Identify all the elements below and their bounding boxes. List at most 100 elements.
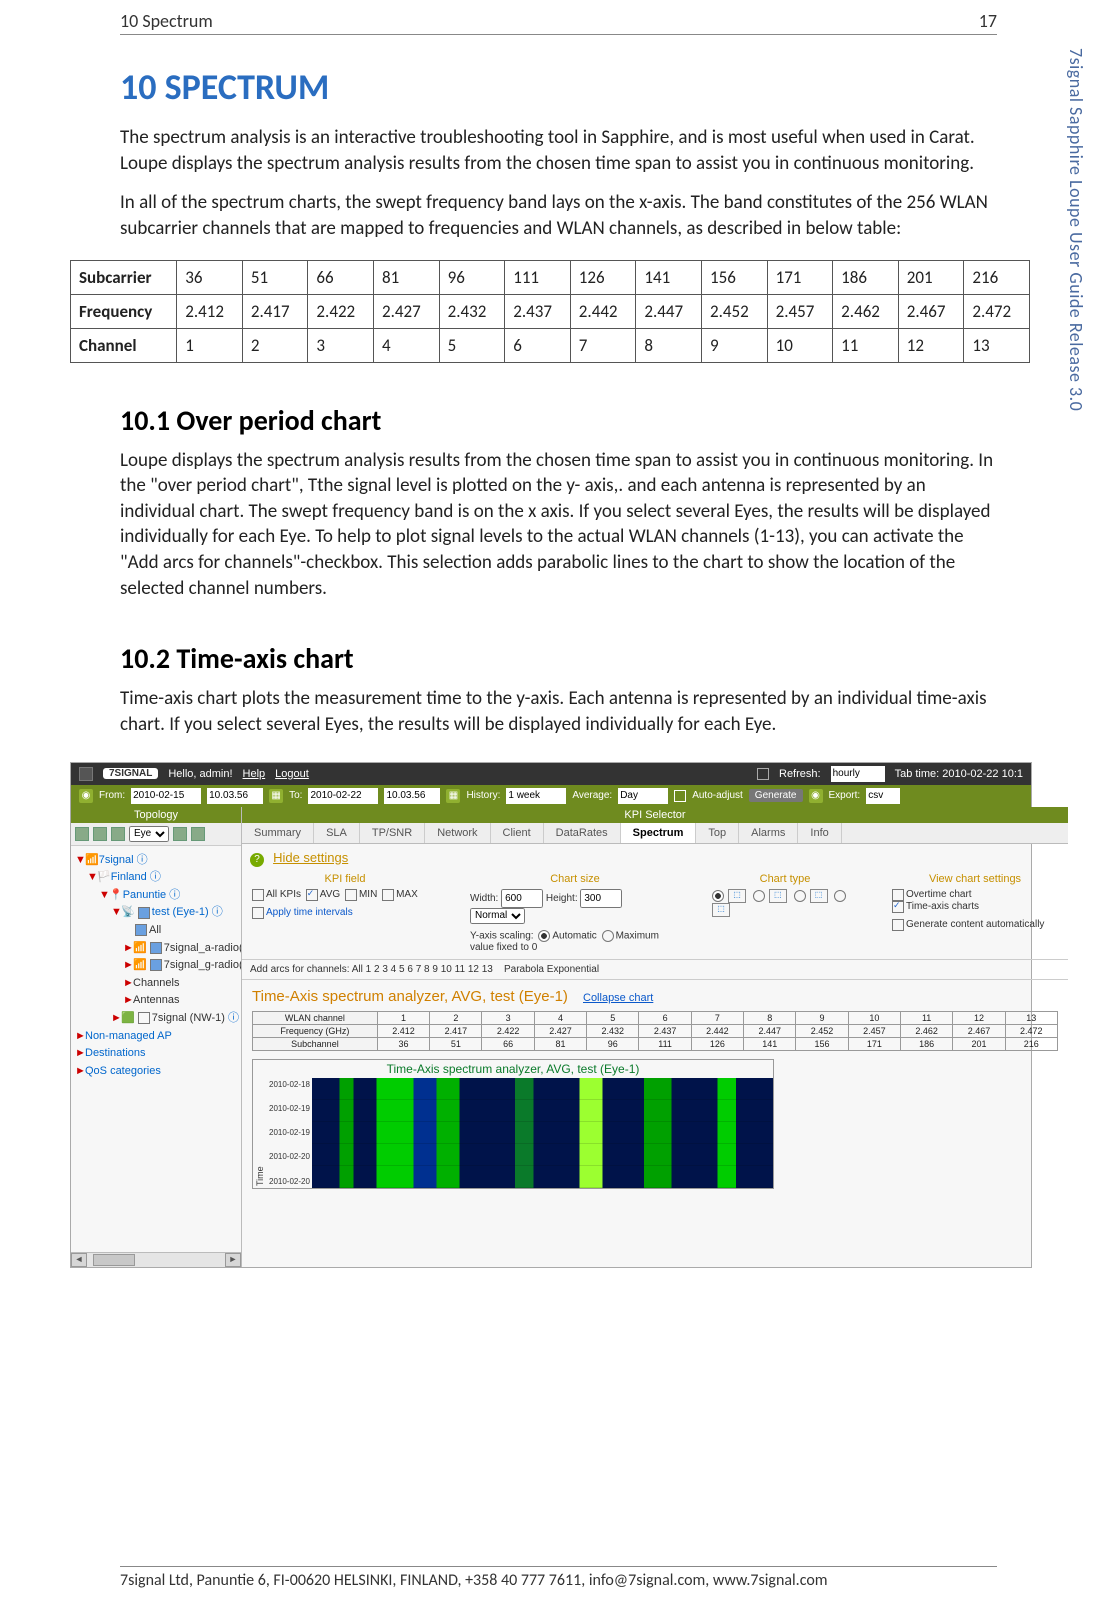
ytick: 2010-02-20: [269, 1177, 310, 1186]
tree-collapse-icon[interactable]: [93, 827, 107, 841]
charttype-1-radio[interactable]: [712, 890, 724, 902]
table-cell: 2: [242, 328, 308, 362]
charttype-2-radio[interactable]: [753, 890, 765, 902]
topology-filter-select[interactable]: Eye: [129, 826, 169, 842]
mini-cell: 81: [534, 1037, 586, 1050]
hide-settings-link[interactable]: Hide settings: [273, 850, 348, 865]
generate-button[interactable]: Generate: [749, 789, 803, 802]
list-icon[interactable]: [173, 827, 187, 841]
yscale-fixed-radio[interactable]: [602, 930, 614, 942]
export-select[interactable]: [866, 788, 900, 804]
allkpis-checkbox[interactable]: [252, 889, 264, 901]
table-cell: 126: [570, 260, 636, 294]
mini-freq-table: WLAN channel12345678910111213Frequency (…: [252, 1011, 1058, 1051]
table-cell: 156: [701, 260, 767, 294]
mini-cell: 141: [744, 1037, 796, 1050]
mini-rowhead: Frequency (GHz): [253, 1024, 378, 1037]
mini-cell: 201: [953, 1037, 1005, 1050]
table-cell: 216: [964, 260, 1030, 294]
refresh-label: Refresh:: [779, 768, 821, 780]
average-select[interactable]: [618, 788, 668, 804]
kpi-header: KPI Selector: [242, 807, 1068, 823]
mini-cell: 6: [639, 1011, 691, 1024]
timeaxis-checkbox[interactable]: [892, 901, 904, 913]
yscale-auto-radio[interactable]: [538, 930, 550, 942]
plot-ylabel: Time: [253, 1078, 267, 1188]
page-footer: 7signal Ltd, Panuntie 6, FI-00620 HELSIN…: [120, 1566, 997, 1590]
mini-cell: 156: [796, 1037, 848, 1050]
logout-link[interactable]: Logout: [275, 768, 309, 780]
ytick: 2010-02-19: [269, 1128, 310, 1137]
tab-client[interactable]: Client: [491, 823, 544, 843]
apply-intervals-checkbox[interactable]: [252, 907, 264, 919]
autoadjust-checkbox[interactable]: [674, 790, 686, 802]
refresh-checkbox[interactable]: [757, 768, 769, 780]
height-input[interactable]: [580, 889, 622, 908]
help-icon[interactable]: [191, 827, 205, 841]
table-cell: 6: [505, 328, 571, 362]
scale-select[interactable]: Normal: [470, 908, 525, 924]
table-cell: 141: [636, 260, 702, 294]
scroll-right-icon[interactable]: ►: [225, 1253, 241, 1267]
to-date-input[interactable]: [308, 788, 378, 804]
calendar-start-icon[interactable]: ◉: [79, 789, 93, 803]
scroll-left-icon[interactable]: ◄: [71, 1253, 87, 1267]
tab-alarms[interactable]: Alarms: [739, 823, 798, 843]
mini-cell: 4: [534, 1011, 586, 1024]
tab-spectrum[interactable]: Spectrum: [621, 823, 697, 843]
table-cell: 2.457: [767, 294, 833, 328]
tab-sla[interactable]: SLA: [314, 823, 360, 843]
plot-yticks: 2010-02-182010-02-192010-02-192010-02-20…: [267, 1078, 312, 1188]
tab-summary[interactable]: Summary: [242, 823, 314, 843]
plot-title: Time-Axis spectrum analyzer, AVG, test (…: [253, 1060, 773, 1078]
tab-network[interactable]: Network: [425, 823, 490, 843]
scroll-thumb[interactable]: [93, 1254, 135, 1266]
mini-cell: 2.457: [848, 1024, 900, 1037]
topology-scrollbar[interactable]: ◄ ►: [71, 1252, 241, 1267]
collapse-chart-link[interactable]: Collapse chart: [583, 992, 653, 1004]
tab-info[interactable]: Info: [798, 823, 841, 843]
tree-refresh-icon[interactable]: [111, 827, 125, 841]
window-controls-icon[interactable]: [79, 767, 93, 781]
mini-cell: 216: [1005, 1037, 1057, 1050]
history-select[interactable]: [506, 788, 566, 804]
charttype-4-radio[interactable]: [834, 890, 846, 902]
mini-cell: 51: [430, 1037, 482, 1050]
min-checkbox[interactable]: [345, 889, 357, 901]
topology-tree[interactable]: ▼📶7signal ⓘ ▼🏳️Finland ⓘ ▼📍Panuntie ⓘ ▼📡…: [71, 846, 241, 1252]
from-time-input[interactable]: [207, 788, 263, 804]
tab-datarates[interactable]: DataRates: [544, 823, 621, 843]
ytick: 2010-02-18: [269, 1080, 310, 1089]
tab-tp-snr[interactable]: TP/SNR: [360, 823, 425, 843]
mini-cell: 7: [691, 1011, 743, 1024]
calendar-end-icon[interactable]: ▦: [446, 789, 460, 803]
table-cell: 66: [308, 260, 374, 294]
table-cell: 7: [570, 328, 636, 362]
charttype-3-radio[interactable]: [794, 890, 806, 902]
width-input[interactable]: [501, 889, 543, 908]
table-cell: 9: [701, 328, 767, 362]
table-cell: 1: [177, 328, 243, 362]
tree-expand-icon[interactable]: [75, 827, 89, 841]
help-icon[interactable]: ?: [250, 853, 264, 867]
table-cell: 2.467: [898, 294, 964, 328]
to-time-input[interactable]: [384, 788, 440, 804]
mini-cell: 3: [482, 1011, 534, 1024]
chart-icon-1: ⬚: [728, 889, 746, 903]
charttype-heading: Chart type: [710, 873, 860, 885]
genauto-checkbox[interactable]: [892, 919, 904, 931]
kpi-field-heading: KPI field: [250, 873, 440, 885]
help-link[interactable]: Help: [243, 768, 266, 780]
refresh-select[interactable]: [831, 766, 885, 782]
export-icon[interactable]: ◉: [809, 789, 823, 803]
table-cell: 36: [177, 260, 243, 294]
calendar-icon[interactable]: ▦: [269, 789, 283, 803]
intro-paragraph-2: In all of the spectrum charts, the swept…: [120, 190, 997, 241]
from-date-input[interactable]: [131, 788, 201, 804]
mini-cell: 2.472: [1005, 1024, 1057, 1037]
table-rowhead: Frequency: [71, 294, 177, 328]
max-checkbox[interactable]: [382, 889, 394, 901]
tab-top[interactable]: Top: [696, 823, 739, 843]
avg-checkbox[interactable]: [306, 889, 318, 901]
overtime-checkbox[interactable]: [892, 889, 904, 901]
